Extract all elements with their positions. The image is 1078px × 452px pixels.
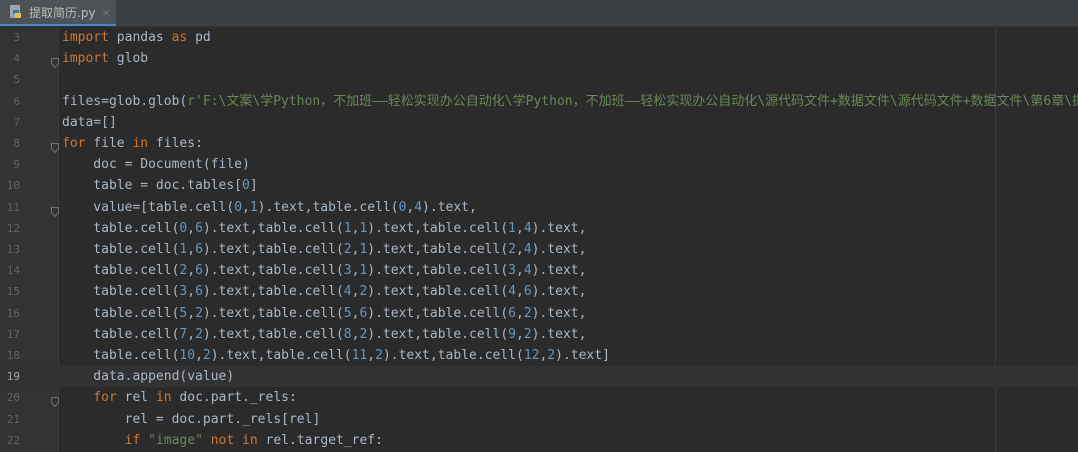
fold-marker-icon[interactable] <box>51 392 59 408</box>
code-line[interactable]: 6 files=glob.glob(r'F:\文案\学Python，不加班——轻松… <box>0 91 1078 112</box>
code-line[interactable]: 19 data.append(value) <box>0 366 1078 388</box>
file-tab[interactable]: 提取简历.py × <box>0 0 116 26</box>
line-number: 6 <box>13 94 20 108</box>
line-number: 16 <box>6 306 20 320</box>
line-number: 10 <box>6 179 20 193</box>
line-number: 4 <box>13 52 20 66</box>
line-number: 14 <box>6 264 20 278</box>
code-line[interactable]: 14 table.cell(2,6).text,table.cell(3,1).… <box>0 260 1078 281</box>
code-text: value=[table.cell(0,1).text,table.cell(0… <box>62 199 477 215</box>
code-line[interactable]: 15 table.cell(3,6).text,table.cell(4,2).… <box>0 281 1078 302</box>
python-file-icon <box>8 4 24 20</box>
code-text: if "image" not in rel.target_ref: <box>124 432 383 448</box>
code-line[interactable]: 3 import pandas as pd <box>0 27 1078 48</box>
code-text: for file in files: <box>62 136 203 151</box>
line-number: 8 <box>13 137 20 150</box>
line-number: 19 <box>6 370 20 384</box>
line-number: 11 <box>6 200 20 214</box>
code-line[interactable]: 16 table.cell(5,2).text,table.cell(5,6).… <box>0 303 1078 324</box>
code-text: import glob <box>62 51 149 67</box>
code-line[interactable]: 11 value=[table.cell(0,1).text,table.cel… <box>0 197 1078 218</box>
code-text: table.cell(5,2).text,table.cell(5,6).tex… <box>62 305 587 321</box>
line-number: 18 <box>6 349 20 362</box>
code-text: data=[] <box>62 114 117 130</box>
code-line[interactable]: 13 table.cell(1,6).text,table.cell(2,1).… <box>0 239 1078 260</box>
line-number: 12 <box>6 221 20 235</box>
close-icon[interactable]: × <box>102 6 111 19</box>
code-line[interactable]: 9 doc = Document(file) <box>0 154 1078 175</box>
code-line[interactable]: 12 table.cell(0,6).text,table.cell(1,1).… <box>0 218 1078 239</box>
code-text: table.cell(0,6).text,table.cell(1,1).tex… <box>62 220 587 236</box>
code-text: table.cell(2,6).text,table.cell(3,1).tex… <box>62 263 587 279</box>
line-number: 7 <box>13 115 20 129</box>
code-editor[interactable]: 3 import pandas as pd 4 import glob 5 6 files=… <box>0 27 1078 452</box>
line-number: 5 <box>13 73 20 87</box>
code-text: files=glob.glob(r'F:\文案\学Python，不加班——轻松实… <box>62 93 1078 109</box>
code-line[interactable]: 5 <box>0 69 1078 90</box>
fold-marker-icon[interactable] <box>51 202 59 217</box>
code-text: table.cell(7,2).text,table.cell(8,2).tex… <box>62 326 587 342</box>
fold-marker-icon[interactable] <box>51 53 59 69</box>
code-line[interactable]: 10 table = doc.tables[0] <box>0 175 1078 196</box>
editor-tab-bar: 提取简历.py × <box>0 0 1078 27</box>
code-line[interactable]: 18 table.cell(10,2).text,table.cell(11,2… <box>0 345 1078 366</box>
code-text: import pandas as pd <box>62 30 211 45</box>
code-text: for rel in doc.part._rels: <box>93 390 297 406</box>
code-text: doc = Document(file) <box>62 157 250 173</box>
tab-filename: 提取简历.py <box>29 5 96 20</box>
code-text: rel = doc.part._rels[rel] <box>62 411 321 427</box>
line-number: 17 <box>6 327 20 341</box>
line-number: 9 <box>13 158 20 172</box>
code-line[interactable]: 22 if "image" not in rel.target_ref: <box>0 430 1078 451</box>
code-line[interactable]: 21 rel = doc.part._rels[rel] <box>0 409 1078 430</box>
line-number: 22 <box>6 433 20 447</box>
code-text: table.cell(1,6).text,table.cell(2,1).tex… <box>62 242 587 257</box>
code-line[interactable]: 4 import glob <box>0 48 1078 69</box>
fold-marker-icon[interactable] <box>51 138 59 154</box>
code-line[interactable]: 8 for file in files: <box>0 133 1078 154</box>
code-line[interactable]: 7 data=[] <box>0 112 1078 133</box>
code-text: table.cell(3,6).text,table.cell(4,2).tex… <box>62 284 587 300</box>
line-number: 20 <box>6 391 20 405</box>
code-line[interactable]: 20 for rel in doc.part._rels: <box>0 387 1078 408</box>
code-text: table = doc.tables[0] <box>62 178 258 194</box>
code-text: data.append(value) <box>62 369 235 385</box>
line-number: 3 <box>13 31 20 44</box>
line-number: 15 <box>6 285 20 299</box>
code-line[interactable]: 17 table.cell(7,2).text,table.cell(8,2).… <box>0 324 1078 345</box>
line-number: 13 <box>6 243 20 256</box>
code-text: table.cell(10,2).text,table.cell(11,2).t… <box>62 348 610 363</box>
line-number: 21 <box>6 412 20 426</box>
